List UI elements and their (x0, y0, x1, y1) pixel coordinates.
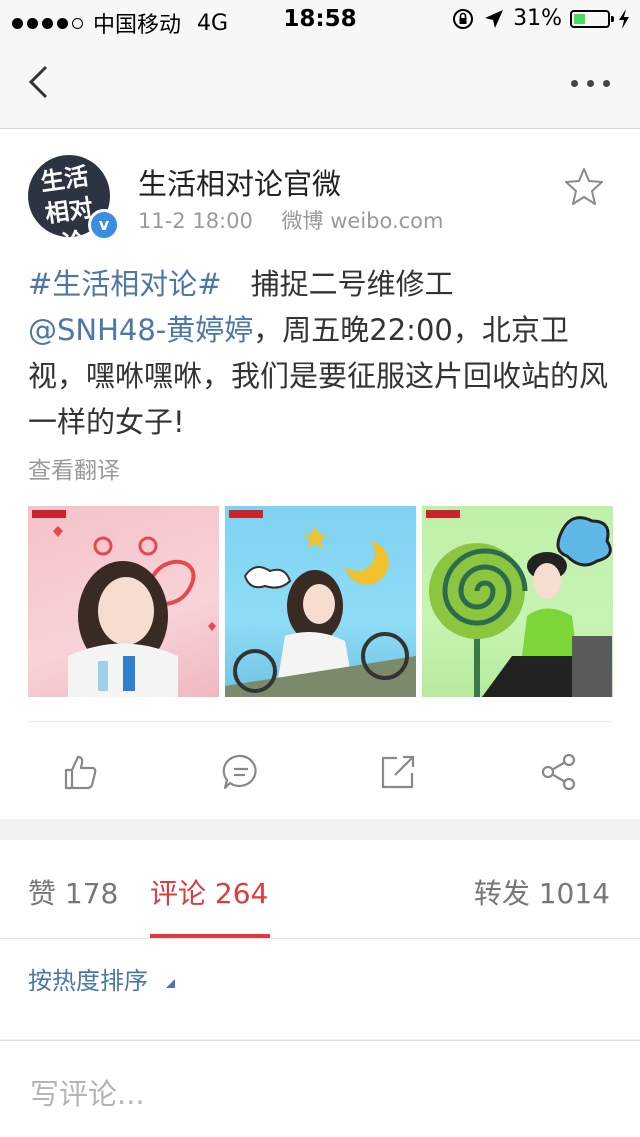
back-icon[interactable] (26, 64, 50, 100)
mention-link[interactable]: @SNH48-黄婷婷 (28, 313, 253, 347)
post-date: 11-2 18:00 (138, 209, 253, 233)
share-icon[interactable] (538, 751, 580, 793)
photo-1[interactable] (28, 506, 219, 697)
comment-bar: 写评论... (0, 1040, 640, 1137)
post-source: 微博 weibo.com (281, 209, 444, 233)
sort-dropdown[interactable]: 按热度排序 (28, 961, 148, 996)
post-card: 生活相对论 v 生活相对论官微 11-2 18:00 微博 weibo.com … (0, 129, 640, 819)
stats-tabs: 赞 178 评论 264 转发 1014 (0, 840, 640, 939)
battery-fill (574, 13, 586, 24)
tab-likes[interactable]: 赞 178 (28, 872, 118, 912)
orientation-lock-icon (453, 8, 474, 29)
star-icon[interactable] (563, 165, 605, 207)
tv-logo-icon (229, 510, 263, 518)
photo-3[interactable] (422, 506, 613, 697)
translate-link[interactable]: 查看翻译 (28, 451, 120, 485)
photo-3-art (429, 516, 612, 697)
status-bar: 中国移动 4G 18:58 31% (0, 0, 640, 40)
tv-logo-icon (32, 510, 66, 518)
tab-reposts[interactable]: 转发 1014 (474, 872, 610, 912)
like-icon[interactable] (59, 751, 101, 793)
location-icon (485, 9, 504, 28)
dropdown-triangle-icon (166, 979, 175, 988)
tab-active-indicator (150, 934, 270, 938)
author-name[interactable]: 生活相对论官微 (138, 161, 341, 203)
nav-bar (0, 40, 640, 129)
comment-input[interactable]: 写评论... (30, 1071, 145, 1113)
divider (28, 721, 612, 722)
repost-icon[interactable] (377, 751, 419, 793)
more-icon[interactable] (571, 80, 610, 87)
photo-2-art (225, 526, 416, 697)
post-text-part-1: 捕捉二号维修工 (221, 267, 454, 301)
battery-percent: 31% (513, 6, 562, 31)
hashtag-link[interactable]: #生活相对论# (28, 267, 222, 301)
battery-icon (570, 9, 614, 28)
photo-2[interactable] (225, 506, 416, 697)
post-text: #生活相对论# 捕捉二号维修工 @SNH48-黄婷婷，周五晚22:00，北京卫视… (28, 261, 618, 445)
charging-icon (619, 8, 629, 29)
post-meta: 11-2 18:00 微博 weibo.com (138, 205, 444, 235)
tv-logo-icon (426, 510, 460, 518)
photo-1-art (53, 526, 216, 697)
status-right: 31% (451, 6, 630, 31)
tab-comments[interactable]: 评论 264 (150, 872, 268, 912)
verified-badge-icon: v (88, 209, 120, 241)
sort-bar: 按热度排序 (0, 939, 640, 1039)
comment-icon[interactable] (220, 751, 262, 793)
